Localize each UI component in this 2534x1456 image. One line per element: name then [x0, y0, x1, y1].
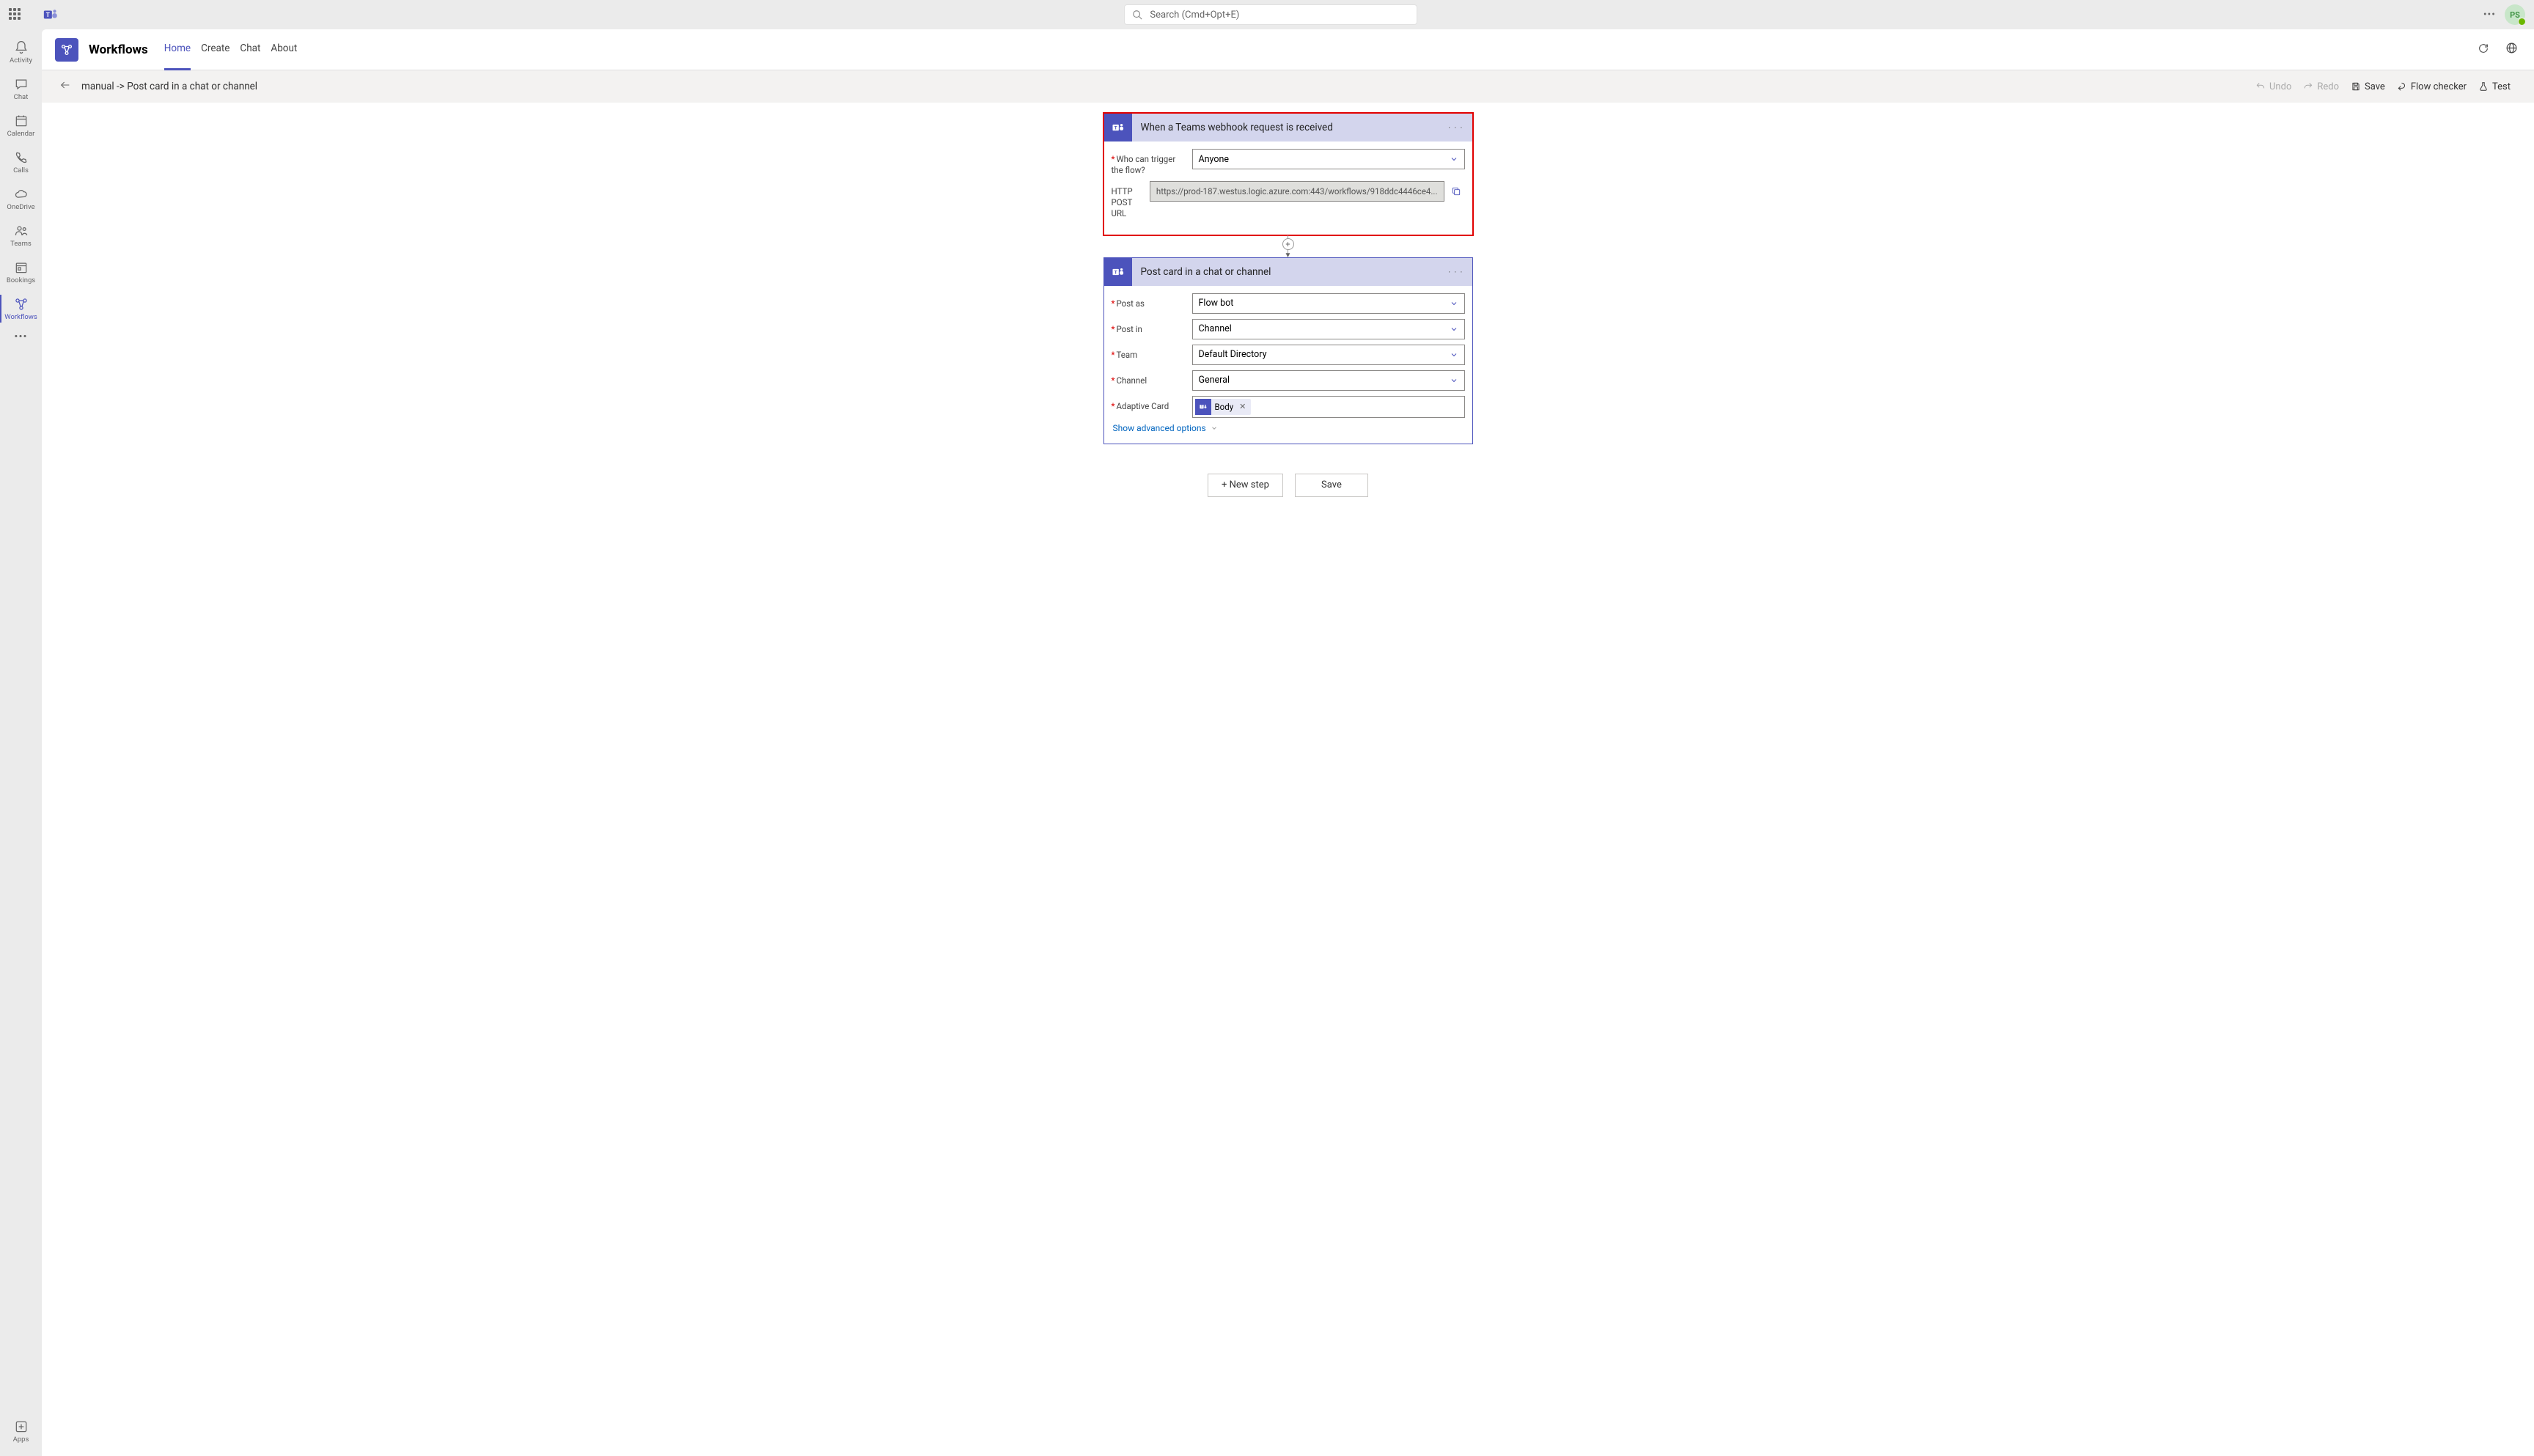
breadcrumb-bar: manual -> Post card in a chat or channel… [42, 70, 2534, 103]
teams-token-icon: T [1195, 399, 1211, 415]
channel-label: *Channel [1112, 370, 1185, 386]
flow-checker-button[interactable]: Flow checker [2391, 78, 2472, 95]
workflows-app-icon [55, 38, 78, 62]
tab-about[interactable]: About [271, 29, 297, 70]
search-placeholder: Search (Cmd+Opt+E) [1150, 10, 1239, 21]
tab-create[interactable]: Create [201, 29, 229, 70]
action-step-menu[interactable]: · · · [1439, 267, 1472, 277]
chat-icon [14, 77, 29, 92]
save-button[interactable]: Save [2345, 78, 2391, 95]
people-icon [14, 224, 29, 238]
who-trigger-dropdown[interactable]: Anyone [1192, 149, 1465, 169]
workflows-icon [14, 297, 29, 312]
team-label: *Team [1112, 345, 1185, 361]
left-rail: Activity Chat Calendar Calls OneDrive Te… [0, 29, 42, 1456]
app-header: Workflows Home Create Chat About [42, 29, 2534, 70]
who-trigger-label: *Who can trigger the flow? [1112, 149, 1185, 176]
undo-button[interactable]: Undo [2250, 78, 2297, 95]
rail-apps[interactable]: Apps [0, 1412, 42, 1450]
search-icon [1132, 10, 1142, 20]
search-input[interactable]: Search (Cmd+Opt+E) [1124, 4, 1417, 25]
svg-text:T: T [1114, 269, 1117, 275]
rail-onedrive[interactable]: OneDrive [0, 180, 42, 217]
svg-text:T: T [1114, 125, 1117, 131]
chevron-down-icon [1450, 325, 1458, 334]
more-icon[interactable]: ••• [2483, 9, 2496, 21]
action-step-header[interactable]: T Post card in a chat or channel · · · [1104, 258, 1472, 286]
test-button[interactable]: Test [2472, 78, 2516, 95]
chevron-down-icon [1450, 350, 1458, 359]
breadcrumb-text: manual -> Post card in a chat or channel [81, 81, 257, 92]
body-token[interactable]: T Body ✕ [1195, 399, 1252, 415]
new-step-button[interactable]: + New step [1208, 474, 1283, 497]
teams-connector-icon: T [1104, 258, 1132, 286]
http-url-label: HTTP POST URL [1112, 181, 1142, 219]
rail-calendar[interactable]: Calendar [0, 107, 42, 144]
chevron-down-icon [1450, 299, 1458, 308]
app-title: Workflows [89, 43, 148, 57]
redo-icon [2303, 81, 2313, 92]
trigger-step-card[interactable]: T When a Teams webhook request is receiv… [1103, 113, 1473, 235]
connector: + ▼ [1282, 235, 1294, 257]
svg-text:T: T [46, 12, 50, 19]
trigger-step-title: When a Teams webhook request is received [1132, 122, 1440, 133]
token-label: Body [1215, 402, 1234, 412]
action-step-card[interactable]: T Post card in a chat or channel · · · *… [1103, 257, 1473, 444]
bookings-icon [14, 260, 29, 275]
back-button[interactable] [59, 79, 71, 94]
cloud-icon [14, 187, 29, 202]
flask-icon [2478, 81, 2489, 92]
rail-more-icon[interactable]: ••• [14, 330, 27, 343]
rail-calls[interactable]: Calls [0, 144, 42, 180]
copy-url-button[interactable] [1447, 186, 1465, 196]
http-url-value: https://prod-187.westus.logic.azure.com:… [1150, 181, 1444, 202]
post-in-dropdown[interactable]: Channel [1192, 319, 1465, 339]
checker-icon [2397, 81, 2407, 92]
chevron-down-icon [1211, 424, 1218, 432]
rail-chat[interactable]: Chat [0, 70, 42, 107]
post-as-dropdown[interactable]: Flow bot [1192, 293, 1465, 314]
flow-canvas: T When a Teams webhook request is receiv… [42, 103, 2534, 1456]
post-as-label: *Post as [1112, 293, 1185, 309]
undo-icon [2255, 81, 2266, 92]
teams-connector-icon: T [1104, 114, 1132, 141]
refresh-icon[interactable] [2475, 40, 2492, 60]
adaptive-card-label: *Adaptive Card [1112, 396, 1185, 412]
tab-chat[interactable]: Chat [240, 29, 260, 70]
avatar[interactable]: PS [2505, 4, 2525, 25]
save-flow-button[interactable]: Save [1295, 474, 1368, 497]
trigger-step-header[interactable]: T When a Teams webhook request is receiv… [1104, 114, 1472, 141]
post-in-label: *Post in [1112, 319, 1185, 335]
rail-workflows[interactable]: Workflows [0, 290, 42, 327]
rail-teams[interactable]: Teams [0, 217, 42, 254]
teams-logo-icon: T [43, 7, 59, 23]
trigger-step-menu[interactable]: · · · [1439, 122, 1472, 133]
apps-icon [14, 1419, 29, 1434]
action-buttons: + New step Save [1208, 474, 1368, 497]
team-dropdown[interactable]: Default Directory [1192, 345, 1465, 365]
calendar-icon [14, 114, 29, 128]
rail-activity[interactable]: Activity [0, 34, 42, 70]
app-launcher-icon[interactable] [9, 8, 22, 21]
save-icon [2351, 81, 2361, 92]
tab-home[interactable]: Home [164, 29, 191, 70]
channel-dropdown[interactable]: General [1192, 370, 1465, 391]
copy-icon [1451, 186, 1461, 196]
add-step-inline-button[interactable]: + [1282, 238, 1294, 250]
redo-button[interactable]: Redo [2297, 78, 2345, 95]
chevron-down-icon [1450, 155, 1458, 163]
phone-icon [14, 150, 29, 165]
title-bar: T Search (Cmd+Opt+E) ••• PS [0, 0, 2534, 29]
bell-icon [14, 40, 29, 55]
rail-bookings[interactable]: Bookings [0, 254, 42, 290]
chevron-down-icon [1450, 376, 1458, 385]
globe-icon[interactable] [2502, 39, 2521, 60]
show-advanced-link[interactable]: Show advanced options [1112, 423, 1465, 433]
adaptive-card-input[interactable]: T Body ✕ [1192, 396, 1465, 418]
action-step-title: Post card in a chat or channel [1132, 266, 1440, 278]
remove-token-button[interactable]: ✕ [1237, 402, 1248, 411]
